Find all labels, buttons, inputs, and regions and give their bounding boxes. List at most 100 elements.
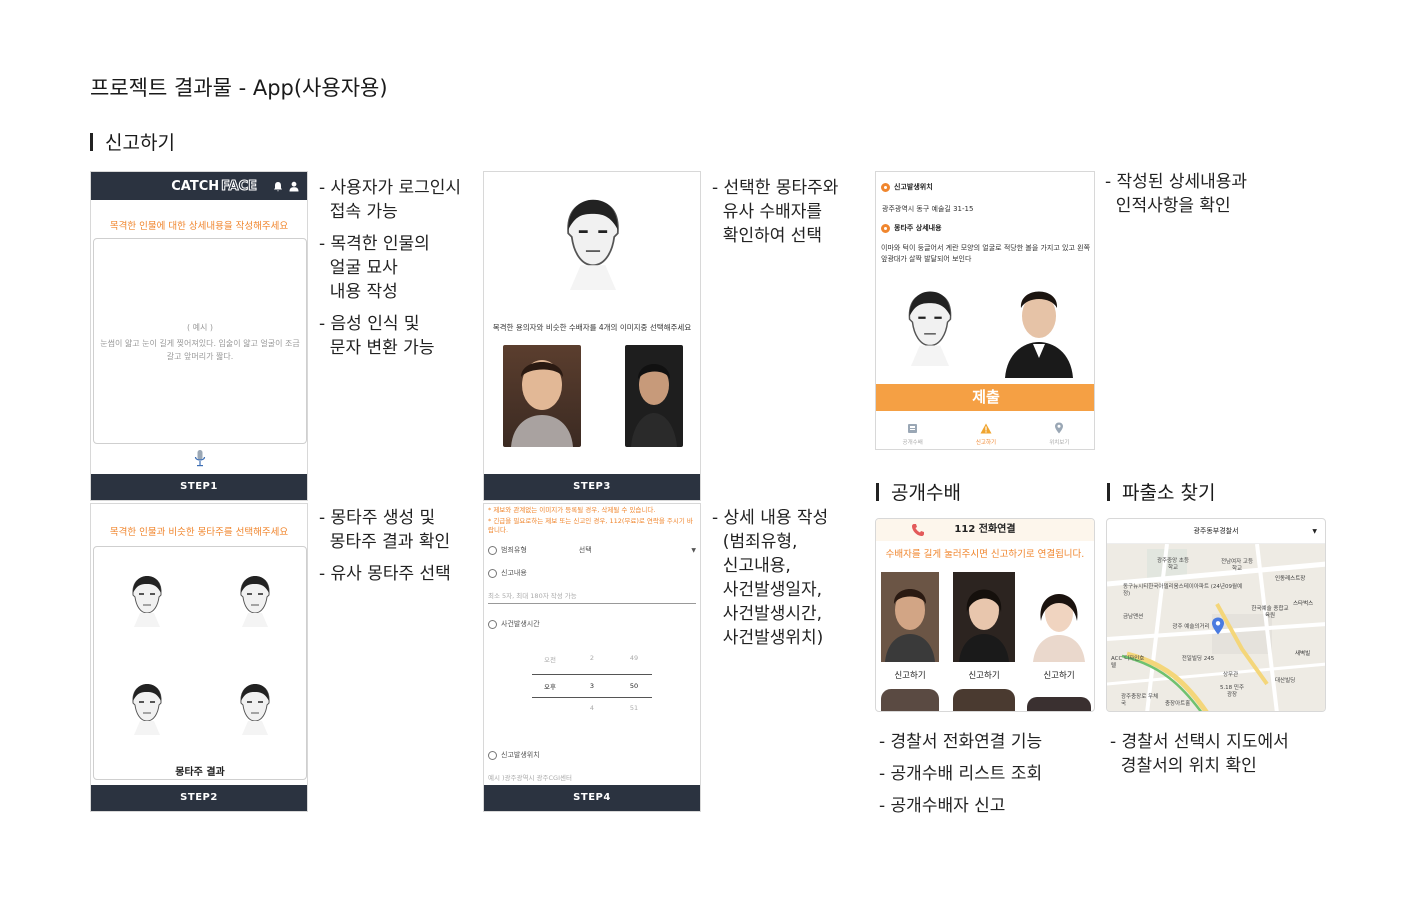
content-input[interactable]: 최소 5자, 최대 180자 작성 가능 (488, 590, 696, 604)
chevron-down-icon[interactable]: ▼ (691, 547, 696, 554)
map-label: 광주 예술의거리 (1172, 624, 1210, 630)
desc-list: - 공개수배 리스트 조회 (879, 762, 1042, 786)
logo-face: FACE (221, 178, 258, 194)
example-text: 눈썹이 얇고 눈이 길게 찢어져있다. 입술이 얇고 얼굴이 조금 갈고 앞머리… (100, 339, 300, 361)
desc-line: - 공개수배 리스트 조회 (879, 764, 1043, 784)
map-pin-icon (1055, 422, 1064, 433)
phone-call-icon (912, 524, 924, 536)
time-cell (532, 704, 568, 718)
wanted-card[interactable] (953, 689, 1015, 711)
time-cell: 4 (589, 704, 595, 712)
warning-icon (980, 423, 992, 433)
crime-type-select[interactable]: 선택 (579, 545, 592, 555)
crime-type-label: 범죄유형 (501, 546, 527, 554)
wanted-card[interactable]: 신고하기 (1027, 577, 1091, 681)
nav-item-location[interactable]: 위치보기 (1029, 419, 1089, 446)
call-header-label: 112 전화연결 (954, 524, 1016, 535)
suspect-photo[interactable] (625, 345, 683, 447)
time-picker[interactable]: 오전 2 49 오후 3 50 4 51 (532, 654, 652, 718)
call-header[interactable]: 112 전화연결 (876, 519, 1094, 541)
step4-bar[interactable]: STEP4 (484, 785, 700, 811)
app-header: CATCH FACE (91, 172, 307, 200)
microphone-icon[interactable] (194, 449, 206, 467)
map-label: 전일빌딩 245 (1181, 656, 1215, 662)
report-button[interactable]: 신고하기 (881, 669, 939, 681)
desc-call: - 경찰서 전화연결 기능 (879, 730, 1042, 754)
desc-line: 내용 작성 (319, 282, 398, 302)
montage-option[interactable] (130, 683, 164, 735)
map-label: 상무관 (1223, 672, 1239, 678)
radio-icon[interactable] (488, 568, 497, 578)
location-input[interactable]: 예시 )광주광역시 광주CGI센터 (488, 772, 572, 782)
desc-line: 사건발생시간, (712, 604, 823, 624)
montage-option[interactable] (130, 575, 164, 627)
section-label: 신고하기 (105, 132, 175, 154)
submit-button[interactable]: 제출 (876, 384, 1094, 411)
desc-voice: - 음성 인식 및 문자 변환 가능 (319, 312, 434, 360)
content-label: 신고내용 (501, 569, 527, 577)
suspect-photo[interactable] (503, 345, 581, 447)
radio-icon[interactable] (881, 182, 890, 192)
time-cell: 49 (629, 654, 639, 662)
radio-icon[interactable] (881, 223, 890, 233)
time-cell: 50 (629, 682, 639, 690)
map-label: ACC 디자인호텔 (1111, 656, 1145, 669)
map-pin-icon[interactable] (1211, 617, 1225, 635)
radio-icon[interactable] (488, 545, 497, 555)
map-label: 인동레스트장 (1275, 576, 1306, 582)
id-card-icon (908, 423, 918, 433)
nav-label: 공개수배 (902, 439, 923, 446)
report-button[interactable]: 신고하기 (1027, 669, 1091, 681)
wanted-card[interactable] (1027, 697, 1091, 711)
page-title: 프로젝트 결과물 - App(사용자용) (90, 76, 388, 100)
time-row: 사건발생시간 (488, 619, 540, 629)
desc-line: 경찰서의 위치 확인 (1110, 756, 1257, 776)
phone-wanted: 112 전화연결 수배자를 길게 눌러주시면 신고하기로 연결됩니다. 신고하기… (875, 518, 1095, 712)
montage-option[interactable] (238, 683, 272, 735)
map-view[interactable]: 광주중앙 초등학교 전남여자 고등학교 동구뉴시티한국아델리움스테이아파트 (2… (1107, 544, 1325, 711)
section-label: 파출소 찾기 (1122, 482, 1216, 504)
detail-row: 몽타주 상세내용 (881, 223, 942, 233)
station-select-value: 광주동부경찰서 (1193, 527, 1239, 535)
station-select[interactable]: 광주동부경찰서 ▼ (1107, 519, 1325, 544)
desc-login: - 사용자가 로그인시 접속 가능 (319, 176, 461, 224)
desc-line: 문자 변환 가능 (319, 338, 435, 358)
wanted-banner: 수배자를 길게 눌러주시면 신고하기로 연결됩니다. (885, 549, 1085, 560)
radio-icon[interactable] (488, 750, 497, 760)
step3-bar[interactable]: STEP3 (484, 474, 700, 500)
step1-bar[interactable]: STEP1 (91, 474, 307, 500)
desc-line: 몽타주 결과 확인 (319, 532, 451, 552)
crime-type-row[interactable]: 범죄유형 선택 ▼ (488, 545, 696, 555)
report-button[interactable]: 신고하기 (953, 669, 1015, 681)
chevron-down-icon[interactable]: ▼ (1312, 528, 1317, 535)
desc-line: - 몽타주 생성 및 (319, 508, 436, 528)
wanted-card[interactable]: 신고하기 (953, 572, 1015, 681)
desc-line: (범죄유형, (712, 532, 798, 552)
wanted-card[interactable] (881, 689, 939, 711)
radio-icon[interactable] (488, 619, 497, 629)
desc-line: - 유사 몽타주 선택 (319, 564, 451, 584)
user-icon[interactable] (289, 181, 299, 192)
map-label: 광주중앙 초등학교 (1156, 558, 1190, 571)
nav-label: 위치보기 (1049, 439, 1070, 446)
desc-line: - 선택한 몽타주와 (712, 178, 839, 198)
nav-item-wanted[interactable]: 공개수배 (883, 419, 943, 446)
bell-icon[interactable] (273, 181, 283, 192)
desc-details: - 상세 내용 작성 (범죄유형, 신고내용, 사건발생일자, 사건발생시간, … (712, 506, 828, 650)
phone-step3: 목격한 용의자와 비슷한 수배자를 4개의 이미지중 선택해주세요 STEP3 (483, 171, 701, 501)
description-textarea[interactable]: ( 예시 ) 눈썹이 얇고 눈이 길게 찢어져있다. 입술이 얇고 얼굴이 조금… (93, 238, 307, 444)
section-title-report: 신고하기 (90, 128, 175, 155)
time-cell: 51 (629, 704, 639, 712)
desc-montage: - 몽타주 생성 및 몽타주 결과 확인 (319, 506, 450, 554)
step2-bar[interactable]: STEP2 (91, 785, 307, 811)
montage-option[interactable] (238, 575, 272, 627)
phone-step1: CATCH FACE 목격한 인물에 대한 상세내용을 작성해주세요 ( 예시 … (90, 171, 308, 501)
wanted-card[interactable]: 신고하기 (881, 572, 939, 681)
montage-prompt: 목격한 인물과 비슷한 몽타주를 선택해주세요 (109, 527, 289, 538)
suspect-prompt: 목격한 용의자와 비슷한 수배자를 4개의 이미지중 선택해주세요 (492, 323, 692, 332)
nav-item-report[interactable]: 신고하기 (956, 419, 1016, 446)
location-row: 신고발생위치 (488, 750, 540, 760)
map-label: 대산빌딩 (1275, 678, 1296, 684)
map-label: 5.18 민주광장 (1219, 685, 1245, 698)
desc-line: - 목격한 인물의 (319, 234, 430, 254)
